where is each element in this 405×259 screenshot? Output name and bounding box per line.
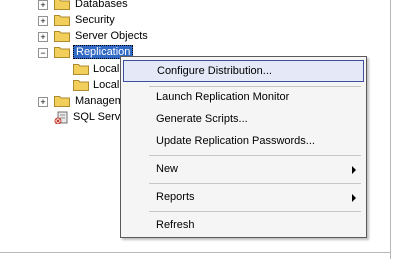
menu-item-label: Configure Distribution... — [157, 65, 272, 77]
tree-item-management[interactable]: + Managem — [38, 93, 128, 109]
pane-border — [390, 0, 391, 259]
sql-agent-icon — [54, 111, 68, 124]
menu-item-label: New — [156, 163, 179, 175]
menu-item-launch-replication-monitor[interactable]: Launch Replication Monitor — [123, 86, 364, 108]
expand-icon[interactable]: + — [38, 97, 48, 107]
collapse-icon[interactable]: − — [38, 48, 48, 58]
folder-icon — [54, 47, 70, 58]
submenu-arrow-icon — [352, 194, 356, 202]
submenu-arrow-icon — [352, 166, 356, 174]
tree-item-label: Local — [93, 79, 120, 91]
menu-item-label: Update Replication Passwords... — [156, 135, 315, 147]
folder-icon — [54, 96, 70, 107]
tree-item-label: Server Objects — [75, 30, 148, 42]
context-menu: Configure Distribution... Launch Replica… — [120, 56, 367, 238]
tree-item-databases[interactable]: + Databases — [38, 0, 238, 12]
menu-item-label: Launch Replication Monitor — [156, 91, 290, 103]
folder-icon — [73, 80, 89, 91]
tree-item-label: Databases — [75, 0, 128, 10]
menu-item-label: Reports — [156, 191, 195, 203]
folder-icon — [54, 31, 70, 42]
expand-icon[interactable]: + — [38, 32, 48, 42]
folder-icon — [54, 15, 70, 26]
tree-item-label: Security — [75, 14, 115, 26]
pane-border — [0, 252, 391, 253]
menu-separator — [149, 211, 361, 212]
expand-icon[interactable]: + — [38, 0, 48, 10]
folder-icon — [73, 64, 89, 75]
menu-item-generate-scripts[interactable]: Generate Scripts... — [123, 108, 364, 130]
tree-item-label: SQL Serv — [73, 111, 121, 123]
menu-item-label: Refresh — [156, 219, 195, 231]
tree-item-server-objects[interactable]: + Server Objects — [38, 28, 238, 44]
menu-item-reports[interactable]: Reports — [123, 186, 364, 208]
tree-item-sql-server-agent[interactable]: SQL Serv — [54, 109, 124, 125]
menu-separator — [149, 183, 361, 184]
folder-icon — [54, 0, 70, 10]
tree-item-label: Local — [93, 63, 120, 75]
menu-item-new[interactable]: New — [123, 158, 364, 180]
menu-separator — [149, 155, 361, 156]
menu-item-update-replication-passwords[interactable]: Update Replication Passwords... — [123, 130, 364, 152]
tree-item-security[interactable]: + Security — [38, 12, 238, 28]
expand-icon[interactable]: + — [38, 16, 48, 26]
tree-item-label: Managem — [75, 95, 124, 107]
menu-item-label: Generate Scripts... — [156, 113, 248, 125]
menu-item-configure-distribution[interactable]: Configure Distribution... — [123, 60, 364, 82]
menu-item-refresh[interactable]: Refresh — [123, 214, 364, 236]
